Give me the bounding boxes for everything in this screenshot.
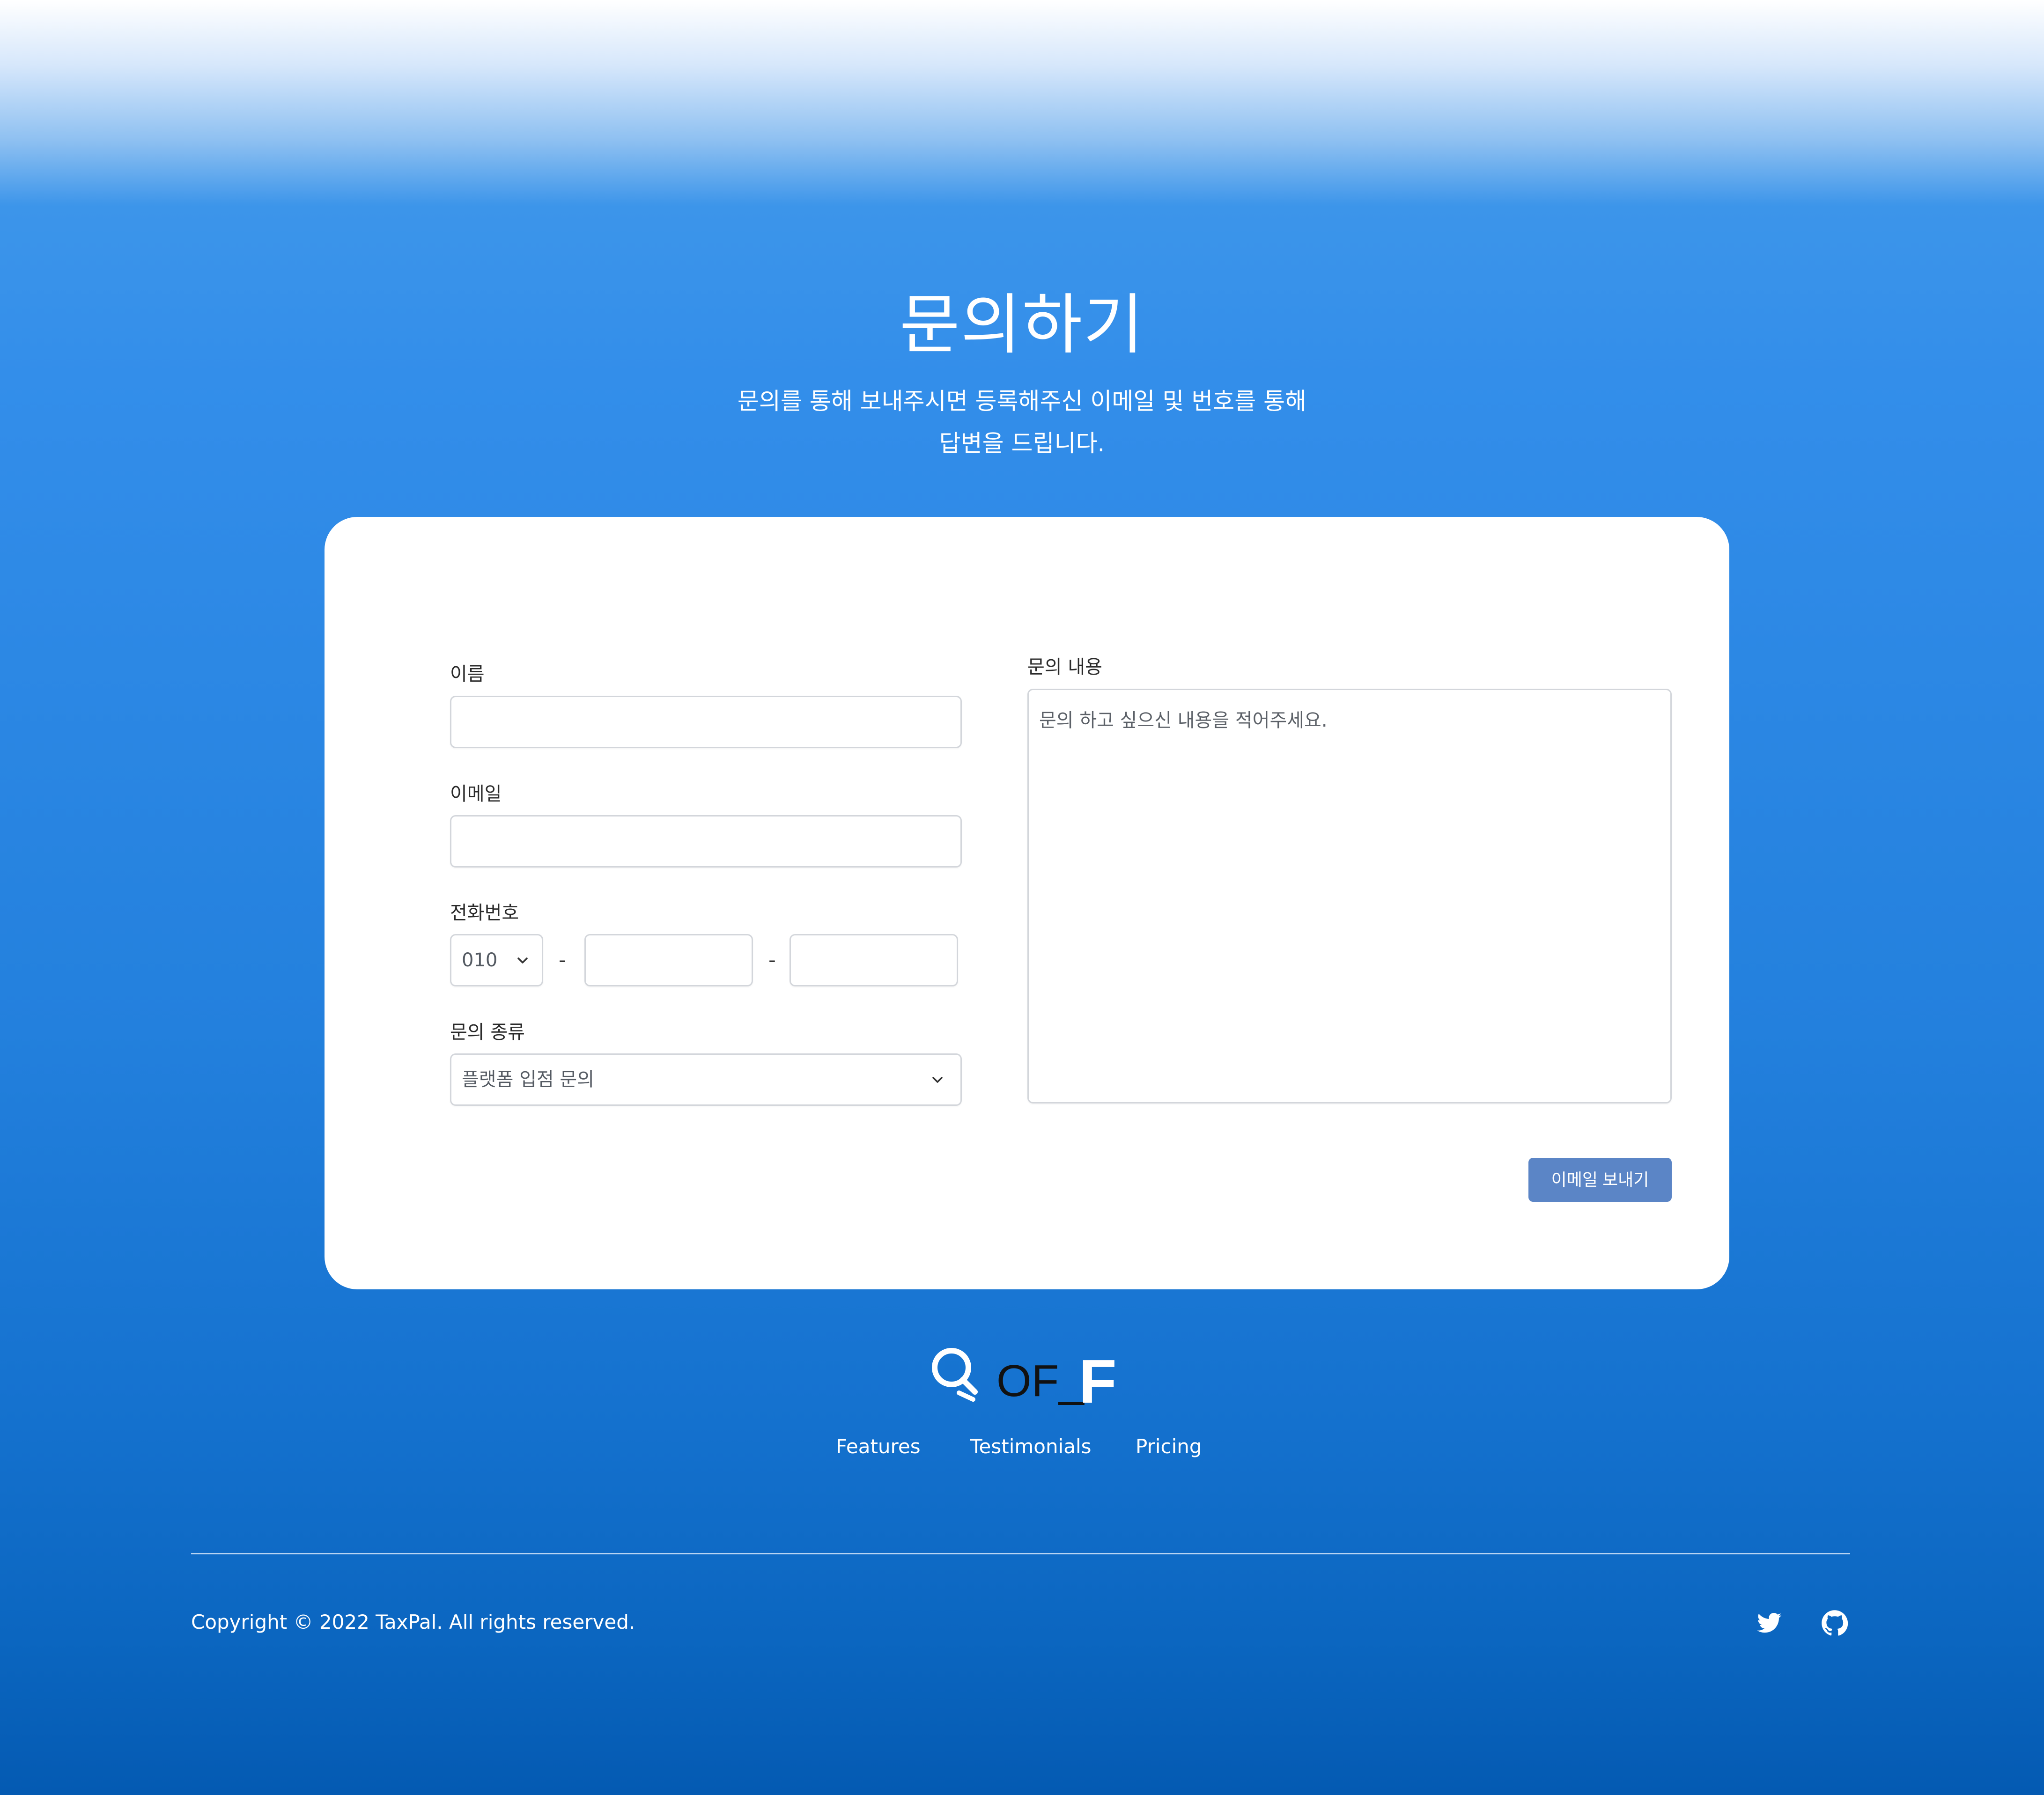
- logo[interactable]: OF_ F: [930, 1346, 1127, 1416]
- content-label: 문의 내용: [1027, 656, 1102, 678]
- phone-middle-input[interactable]: [584, 934, 753, 986]
- email-input[interactable]: [450, 815, 962, 868]
- page-subtitle-line-1: 문의를 통해 보내주시면 등록해주신 이메일 및 번호를 통해: [737, 388, 1307, 415]
- inquiry-type-select[interactable]: 플랫폼 입점 문의: [450, 1053, 962, 1106]
- footer-nav-features[interactable]: Features: [836, 1435, 921, 1458]
- name-input[interactable]: [450, 696, 962, 748]
- page-title: 문의하기: [899, 287, 1145, 363]
- content-textarea[interactable]: 문의 하고 싶으신 내용을 적어주세요.: [1027, 689, 1672, 1103]
- phone-separator: -: [559, 948, 566, 972]
- phone-prefix-select[interactable]: 010: [450, 934, 543, 986]
- phone-label: 전화번호: [450, 902, 519, 924]
- twitter-icon[interactable]: [1756, 1611, 1784, 1635]
- phone-last-input[interactable]: [790, 934, 958, 986]
- footer-divider: [191, 1553, 1850, 1554]
- chevron-down-icon: [517, 957, 528, 964]
- inquiry-type-label: 문의 종류: [450, 1022, 525, 1043]
- footer-nav-testimonials[interactable]: Testimonials: [970, 1435, 1092, 1458]
- inquiry-type-value: 플랫폼 입점 문의: [462, 1069, 595, 1090]
- chevron-down-icon: [932, 1077, 943, 1083]
- logo-text: OF_: [996, 1356, 1084, 1406]
- magnifier-logo-icon: [932, 1348, 978, 1402]
- footer-nav-pricing[interactable]: Pricing: [1136, 1435, 1202, 1458]
- phone-separator: -: [768, 948, 776, 972]
- logo-letter: F: [1079, 1347, 1117, 1416]
- copyright-text: Copyright © 2022 TaxPal. All rights rese…: [191, 1611, 635, 1633]
- name-label: 이름: [450, 663, 485, 685]
- page-subtitle-line-2: 답변을 드립니다.: [939, 430, 1105, 457]
- email-label: 이메일: [450, 783, 502, 805]
- github-icon[interactable]: [1821, 1610, 1848, 1637]
- phone-prefix-value: 010: [462, 949, 498, 971]
- content-placeholder: 문의 하고 싶으신 내용을 적어주세요.: [1039, 710, 1328, 731]
- send-email-button[interactable]: 이메일 보내기: [1528, 1158, 1672, 1202]
